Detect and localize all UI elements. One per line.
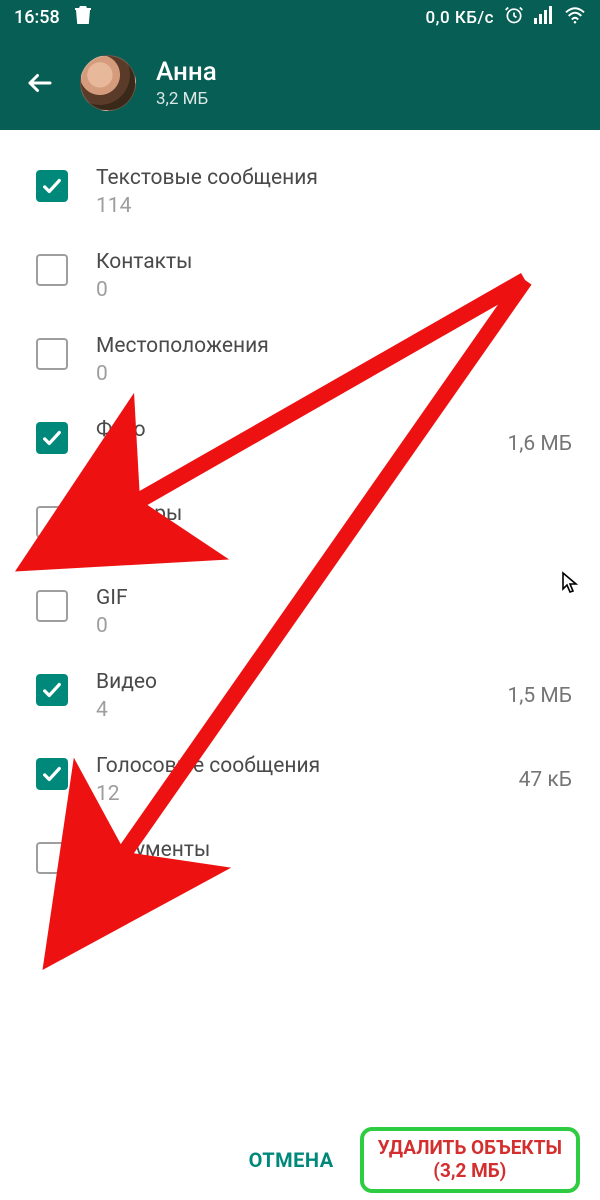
item-count: 0 <box>96 278 482 302</box>
item-label: Фото <box>96 418 482 442</box>
item-label: GIF <box>96 586 482 610</box>
checkbox[interactable] <box>36 842 68 874</box>
wifi-icon <box>564 6 586 29</box>
item-size: 1,5 МБ <box>482 670 572 708</box>
button-bar: ОТМЕНА УДАЛИТЬ ОБЪЕКТЫ (3,2 МБ) <box>0 1126 600 1194</box>
alarm-icon <box>504 5 524 30</box>
item-label: Голосовые сообщения <box>96 754 482 778</box>
item-label: Контакты <box>96 250 482 274</box>
item-count: 4 <box>96 698 482 722</box>
delete-button[interactable]: УДАЛИТЬ ОБЪЕКТЫ (3,2 МБ) <box>360 1127 580 1193</box>
delete-line1: УДАЛИТЬ ОБЪЕКТЫ <box>378 1137 562 1160</box>
checkbox[interactable] <box>36 338 68 370</box>
item-count: 0 <box>96 614 482 638</box>
checkbox[interactable] <box>36 590 68 622</box>
category-list: Текстовые сообщения114Контакты0Местополо… <box>0 130 600 1200</box>
item-size <box>482 586 572 600</box>
item-count: 0 <box>96 866 482 890</box>
item-size <box>482 838 572 852</box>
list-item[interactable]: Контакты 0 <box>0 234 600 318</box>
avatar[interactable] <box>80 55 136 111</box>
item-label: Стикеры <box>96 502 482 526</box>
list-item[interactable]: GIF 0 <box>0 570 600 654</box>
list-item[interactable]: Документы 0 <box>0 822 600 906</box>
cancel-button[interactable]: ОТМЕНА <box>249 1148 334 1172</box>
status-time: 16:58 <box>14 7 60 28</box>
status-net: 0,0 КБ/с <box>426 8 495 28</box>
item-label: Документы <box>96 838 482 862</box>
item-label: Видео <box>96 670 482 694</box>
list-item[interactable]: Фото 201,6 МБ <box>0 402 600 486</box>
checkbox[interactable] <box>36 506 68 538</box>
contact-size: 3,2 МБ <box>156 89 217 109</box>
app-bar: Анна 3,2 МБ <box>0 35 600 130</box>
trash-icon <box>74 5 92 30</box>
back-button[interactable] <box>20 63 60 103</box>
item-size: 47 кБ <box>482 754 572 792</box>
delete-line2: (3,2 МБ) <box>378 1160 562 1183</box>
item-size <box>482 334 572 348</box>
contact-name: Анна <box>156 57 217 87</box>
cursor-icon <box>561 571 579 598</box>
list-item[interactable]: Местоположения 0 <box>0 318 600 402</box>
list-item[interactable]: Голосовые сообщения 1247 кБ <box>0 738 600 822</box>
signal-icon <box>534 6 554 29</box>
item-size: 1,6 МБ <box>482 418 572 456</box>
item-size <box>482 250 572 264</box>
checkbox[interactable] <box>36 422 68 454</box>
list-item[interactable]: Видео 41,5 МБ <box>0 654 600 738</box>
item-size <box>482 166 572 180</box>
checkbox[interactable] <box>36 170 68 202</box>
status-bar: 16:58 0,0 КБ/с <box>0 0 600 35</box>
item-count: 12 <box>96 782 482 806</box>
item-label: Текстовые сообщения <box>96 166 482 190</box>
checkbox[interactable] <box>36 254 68 286</box>
checkbox[interactable] <box>36 674 68 706</box>
item-count: 0 <box>96 530 482 554</box>
list-item[interactable]: Текстовые сообщения 114 <box>0 150 600 234</box>
item-count: 0 <box>96 362 482 386</box>
item-count: 20 <box>96 446 482 470</box>
item-size <box>482 502 572 516</box>
item-label: Местоположения <box>96 334 482 358</box>
checkbox[interactable] <box>36 758 68 790</box>
list-item[interactable]: Стикеры 0 <box>0 486 600 570</box>
item-count: 114 <box>96 194 482 218</box>
